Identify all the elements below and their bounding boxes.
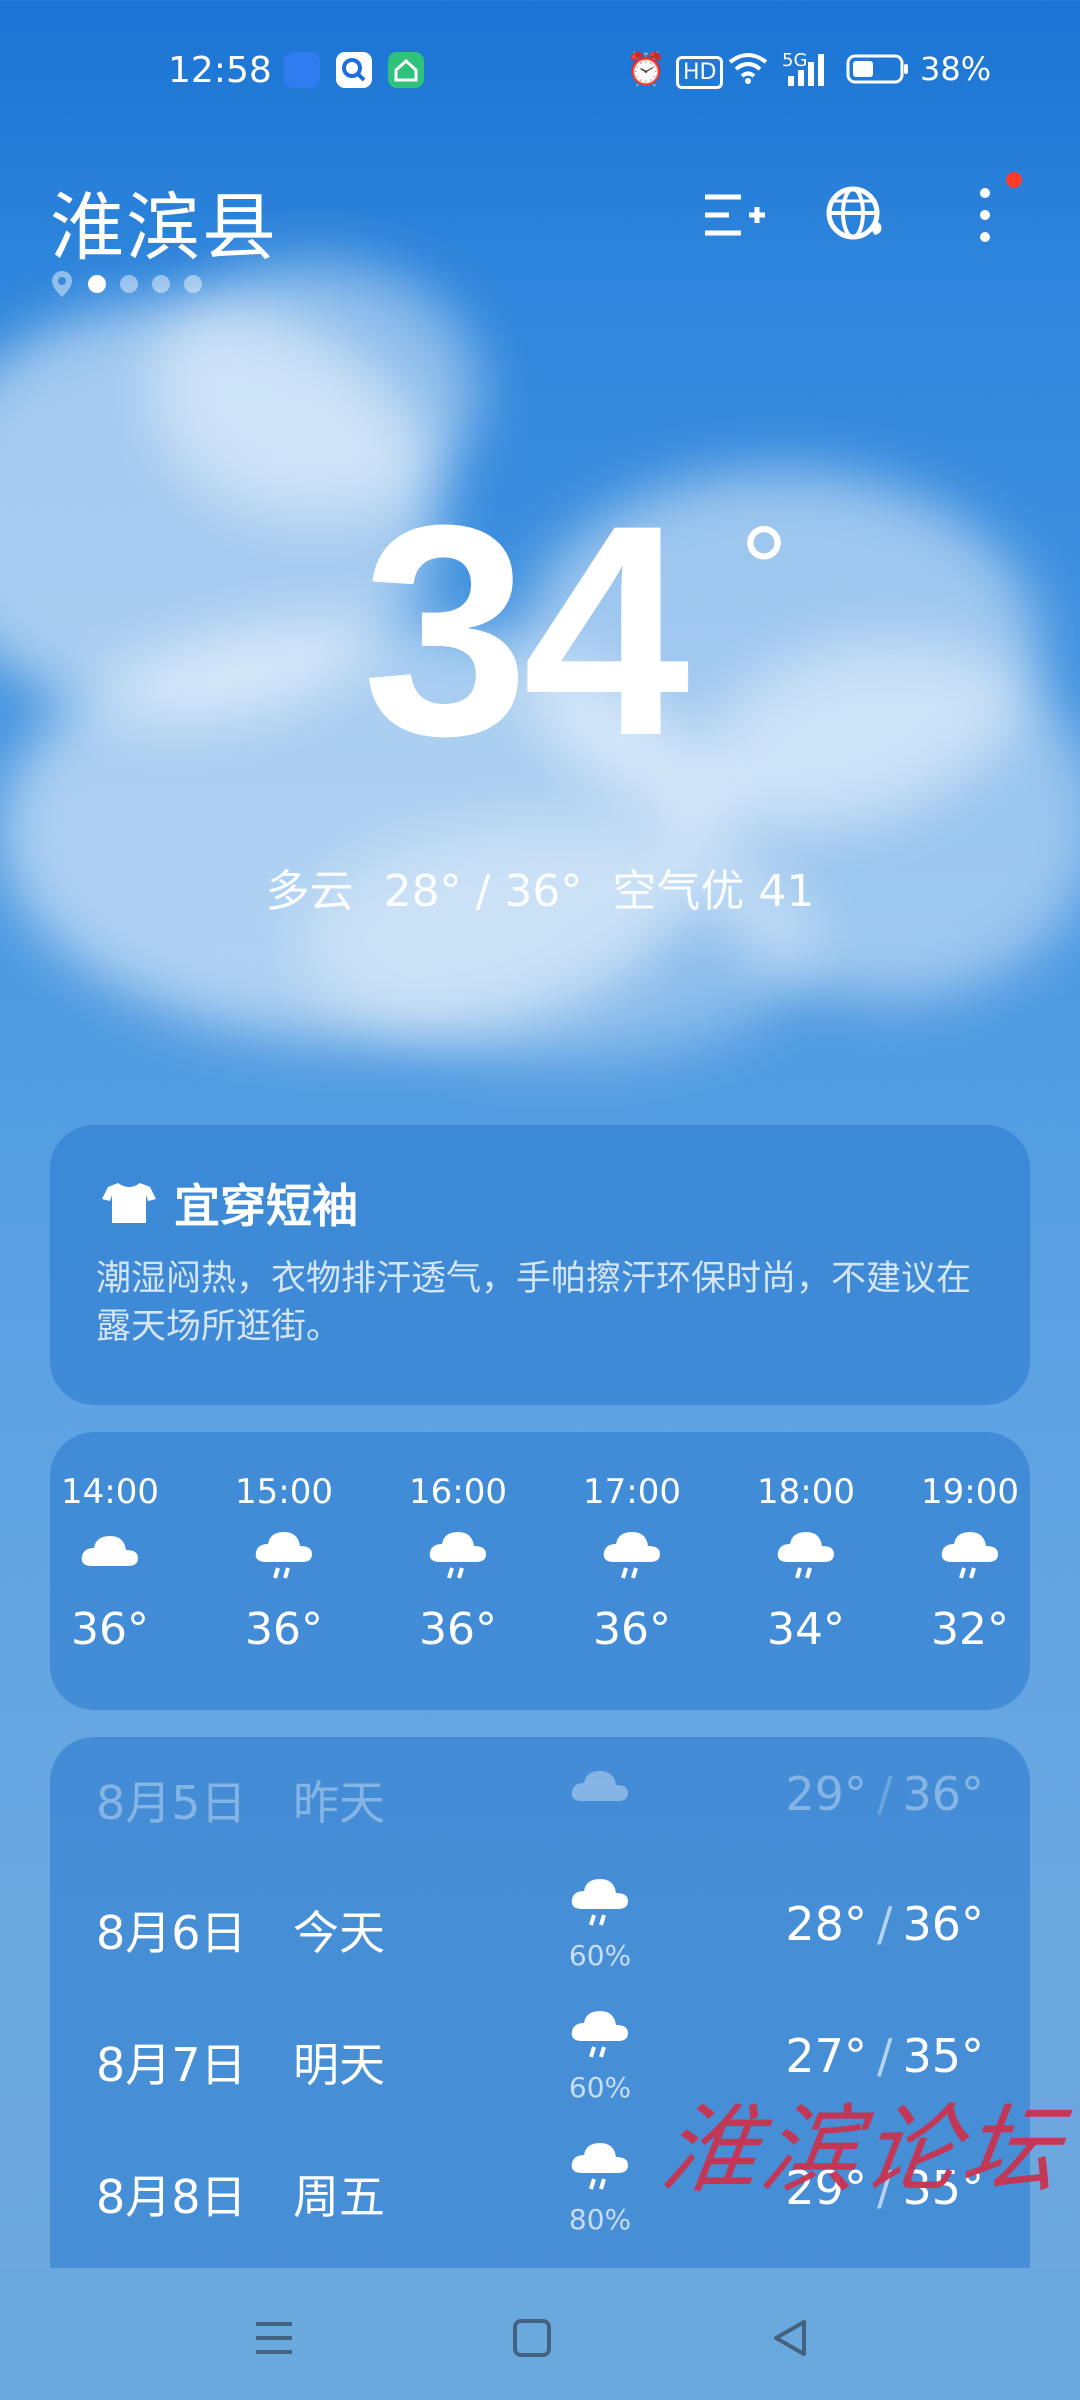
low-high-text: 28° / 36° [383, 866, 583, 917]
daily-precip: 60% [568, 1939, 632, 1972]
clothing-advice-card[interactable]: 宜穿短袖 潮湿闷热，衣物排汗透气，手帕擦汗环保时尚，不建议在露天场所逛街。 [50, 1125, 1030, 1405]
hourly-item: 17:00 36° [572, 1472, 692, 1655]
daily-forecast-card[interactable]: 8月5日 昨天 29°/36° 8月6日 今天 60% 28°/36° 8月7日… [50, 1737, 1030, 2337]
rain-cloud-icon [571, 1879, 628, 1926]
cloud-icon [571, 1771, 628, 1801]
rain-cloud-icon [429, 1532, 486, 1579]
search-app-notification-icon [336, 52, 372, 88]
recent-apps-button[interactable] [244, 2308, 304, 2368]
page-dot [88, 275, 106, 293]
page-dot [152, 275, 170, 293]
daily-low: 28° [785, 1897, 867, 1951]
rain-cloud-icon [571, 2011, 628, 2058]
square-icon [513, 2319, 551, 2357]
more-options-button[interactable] [950, 180, 1020, 250]
hourly-item: 14:00 36° [50, 1472, 170, 1655]
degree-symbol: ° [740, 502, 788, 636]
page-indicator [50, 270, 202, 298]
hour-time: 14:00 [61, 1472, 159, 1512]
condition-text: 多云 [265, 866, 354, 917]
hourly-item: 18:00 34° [746, 1472, 866, 1655]
advice-body: 潮湿闷热，衣物排汗透气，手帕擦汗环保时尚，不建议在露天场所逛街。 [96, 1259, 972, 1347]
battery-icon [846, 50, 910, 94]
hourly-item: 19:00 32° [910, 1472, 1030, 1655]
hd-badge: HD [676, 56, 724, 89]
hour-temp: 36° [245, 1604, 323, 1655]
current-temperature: 34 [362, 462, 690, 798]
battery-percent: 38% [920, 50, 992, 88]
tshirt-icon [102, 1183, 156, 1223]
system-navigation-bar [0, 2268, 1080, 2400]
forum-watermark: 淮滨论坛 [654, 2094, 1071, 2206]
hour-temp: 34° [767, 1604, 845, 1655]
hourly-item: 16:00 36° [398, 1472, 518, 1655]
daily-date: 8月5日 [96, 1776, 247, 1830]
daily-precip: 80% [568, 2203, 632, 2236]
status-time: 12:58 [168, 50, 272, 91]
menu-icon [256, 2322, 292, 2354]
rain-cloud-icon [603, 1532, 660, 1579]
global-weather-button[interactable] [822, 180, 892, 250]
daily-row[interactable]: 8月6日 今天 60% 28°/36° [50, 1867, 1030, 1987]
hour-time: 19:00 [921, 1472, 1019, 1512]
hour-temp: 36° [593, 1604, 671, 1655]
range-separator: / [876, 1897, 893, 1951]
daily-date: 8月7日 [96, 2038, 247, 2092]
cloud-icon [81, 1536, 138, 1566]
daily-range: 28°/36° [785, 1897, 984, 1951]
list-add-icon [705, 194, 765, 236]
advice-title-text: 宜穿短袖 [174, 1179, 358, 1233]
advice-title: 宜穿短袖 [100, 1170, 358, 1236]
hour-time: 18:00 [757, 1472, 855, 1512]
home-app-notification-icon [388, 52, 424, 88]
daily-low: 29° [785, 1767, 867, 1821]
hour-temp: 36° [71, 1604, 149, 1655]
weather-summary: 多云 28° / 36° 空气优 41 [0, 855, 1080, 919]
city-name[interactable]: 淮滨县 [50, 168, 278, 275]
app-notification-icon [284, 52, 320, 88]
daily-row[interactable]: 8月5日 昨天 29°/36° [50, 1737, 1030, 1857]
home-button[interactable] [502, 2308, 562, 2368]
daily-day: 明天 [293, 2038, 385, 2092]
wifi-icon [726, 50, 770, 94]
hour-temp: 36° [419, 1604, 497, 1655]
hour-time: 15:00 [235, 1472, 333, 1512]
hour-time: 16:00 [409, 1472, 507, 1512]
page-dot [184, 275, 202, 293]
range-separator: / [876, 1767, 893, 1821]
air-quality-text[interactable]: 空气优 41 [612, 866, 814, 917]
signal-icon [784, 50, 832, 98]
hour-temp: 32° [931, 1604, 1009, 1655]
rain-cloud-icon [941, 1532, 998, 1579]
rain-cloud-icon [255, 1532, 312, 1579]
daily-range: 29°/36° [785, 1767, 984, 1821]
daily-precip: 60% [568, 2071, 632, 2104]
daily-day: 周五 [293, 2170, 385, 2224]
daily-date: 8月8日 [96, 2170, 247, 2224]
hour-time: 17:00 [583, 1472, 681, 1512]
more-vertical-icon [980, 188, 990, 242]
daily-high: 36° [902, 1897, 984, 1951]
daily-high: 36° [902, 1767, 984, 1821]
location-pin-icon [52, 271, 72, 297]
daily-day: 今天 [293, 1906, 385, 1960]
hourly-item: 15:00 36° [224, 1472, 344, 1655]
notification-dot [1006, 172, 1022, 188]
daily-date: 8月6日 [96, 1906, 247, 1960]
page-dot [120, 275, 138, 293]
rain-cloud-icon [777, 1532, 834, 1579]
alarm-icon: ⏰ [626, 50, 666, 88]
back-button[interactable] [760, 2308, 820, 2368]
daily-day: 昨天 [293, 1776, 385, 1830]
status-bar: 12:58 ⏰ HD 5G 38% [0, 0, 1080, 140]
globe-icon [826, 186, 882, 240]
hourly-forecast-card[interactable]: 14:00 36° 15:00 36° 16:00 36° 17:00 36° … [50, 1432, 1030, 1710]
manage-cities-button[interactable] [698, 180, 768, 250]
rain-cloud-icon [571, 2143, 628, 2190]
back-triangle-icon [774, 2320, 806, 2356]
